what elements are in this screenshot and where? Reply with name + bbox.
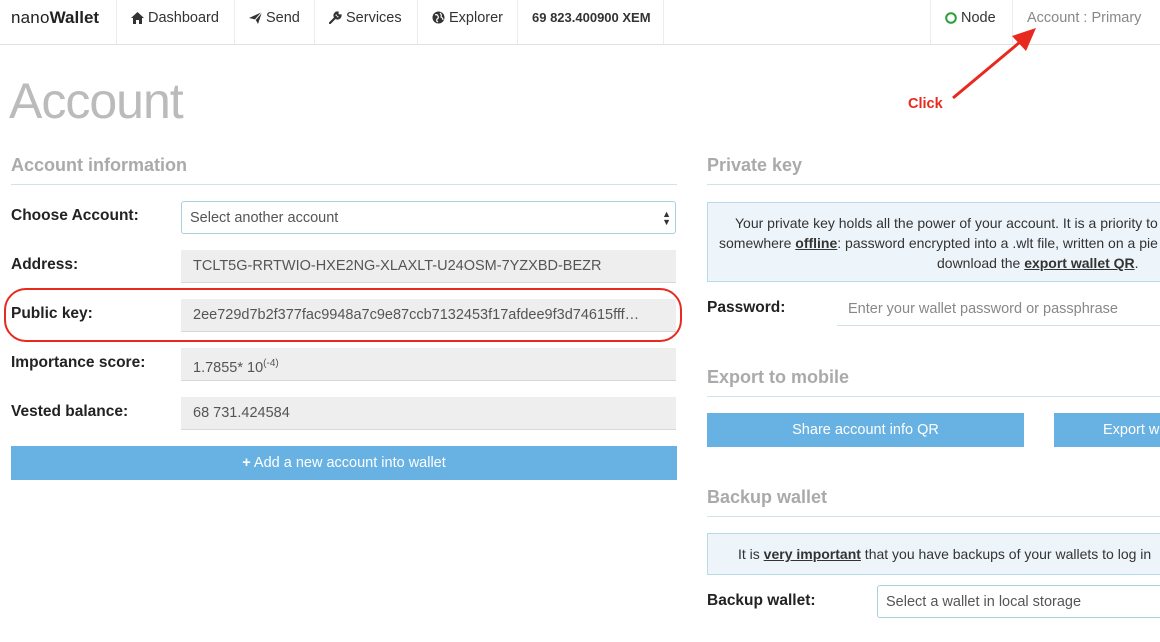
export-wallet-button[interactable]: Export wa	[1054, 413, 1160, 447]
choose-account-value: Select another account	[190, 210, 339, 226]
home-icon	[131, 12, 144, 24]
export-wallet-qr-link[interactable]: export wallet QR	[1024, 255, 1134, 271]
globe-icon	[432, 11, 445, 24]
nav-balance[interactable]: 69 823.400900 XEM	[517, 0, 664, 44]
private-key-info-box: Your private key holds all the power of …	[707, 202, 1160, 282]
very-important-link[interactable]: very important	[764, 546, 861, 562]
choose-account-select[interactable]: Select another account ▲ ▼	[181, 201, 676, 234]
nav-explorer-label: Explorer	[449, 10, 503, 26]
nav-send-label: Send	[266, 10, 300, 26]
backup-info-pre: It is	[738, 546, 764, 562]
backup-wallet-select[interactable]: Select a wallet in local storage	[877, 585, 1160, 618]
brand-light-text: nano	[11, 8, 50, 27]
importance-base: 1.7855* 10	[193, 360, 264, 376]
export-mobile-heading: Export to mobile	[707, 367, 1160, 397]
password-input[interactable]: Enter your wallet password or passphrase	[837, 294, 1160, 326]
nav-dashboard-label: Dashboard	[148, 10, 219, 26]
vested-balance-label: Vested balance:	[11, 403, 129, 420]
importance-score-label: Importance score:	[11, 354, 146, 371]
brand-logo[interactable]: nanoWallet	[11, 8, 99, 28]
page-title: Account	[9, 73, 184, 129]
nav-send[interactable]: Send	[234, 0, 314, 44]
backup-info-post: that you have backups of your wallets to…	[860, 546, 1152, 562]
private-key-info-line1: Your private key holds all the power of …	[735, 215, 1158, 231]
add-account-button[interactable]: + Add a new account into wallet	[11, 446, 677, 480]
backup-wallet-label: Backup wallet:	[707, 592, 816, 609]
nav-services[interactable]: Services	[314, 0, 417, 44]
annotation-highlight-ring	[4, 288, 682, 342]
account-information-heading: Account information	[11, 155, 677, 185]
info-line3-post: .	[1134, 255, 1139, 271]
annotation-click-label: Click	[908, 96, 943, 112]
nav-explorer[interactable]: Explorer	[417, 0, 517, 44]
address-field[interactable]: TCLT5G-RRTWIO-HXE2NG-XLAXLT-U24OSM-7YZXB…	[181, 250, 676, 283]
importance-exponent: (-4)	[263, 358, 279, 369]
info-line3-pre: download the	[937, 255, 1025, 271]
private-key-heading: Private key	[707, 155, 1160, 185]
password-label: Password:	[707, 299, 786, 316]
plus-icon: +	[242, 455, 251, 471]
balance-text: 69 823.400900 XEM	[532, 10, 651, 25]
brand-bold-text: Wallet	[49, 8, 100, 27]
share-account-qr-button[interactable]: Share account info QR	[707, 413, 1024, 447]
address-label: Address:	[11, 256, 79, 273]
choose-account-label: Choose Account:	[11, 207, 139, 224]
importance-score-field[interactable]: 1.7855* 10(-4)	[181, 348, 676, 381]
backup-info-box: It is very important that you have backu…	[707, 533, 1160, 575]
nav-dashboard[interactable]: Dashboard	[116, 0, 234, 44]
add-account-button-label: Add a new account into wallet	[253, 455, 446, 471]
private-key-info-line2: somewhere offline: password encrypted in…	[719, 233, 1160, 253]
wrench-icon	[328, 11, 342, 25]
info-line2-post: : password encrypted into a .wlt file, w…	[837, 235, 1158, 251]
backup-wallet-heading: Backup wallet	[707, 487, 1160, 517]
select-arrows-icon: ▲ ▼	[662, 209, 671, 227]
send-icon	[249, 11, 263, 24]
annotation-arrow	[952, 28, 1036, 100]
nav-services-label: Services	[346, 10, 402, 26]
offline-link[interactable]: offline	[795, 235, 837, 251]
vested-balance-field[interactable]: 68 731.424584	[181, 397, 676, 430]
info-line2-pre: somewhere	[719, 235, 796, 251]
private-key-info-line3: download the export wallet QR.	[937, 253, 1160, 273]
